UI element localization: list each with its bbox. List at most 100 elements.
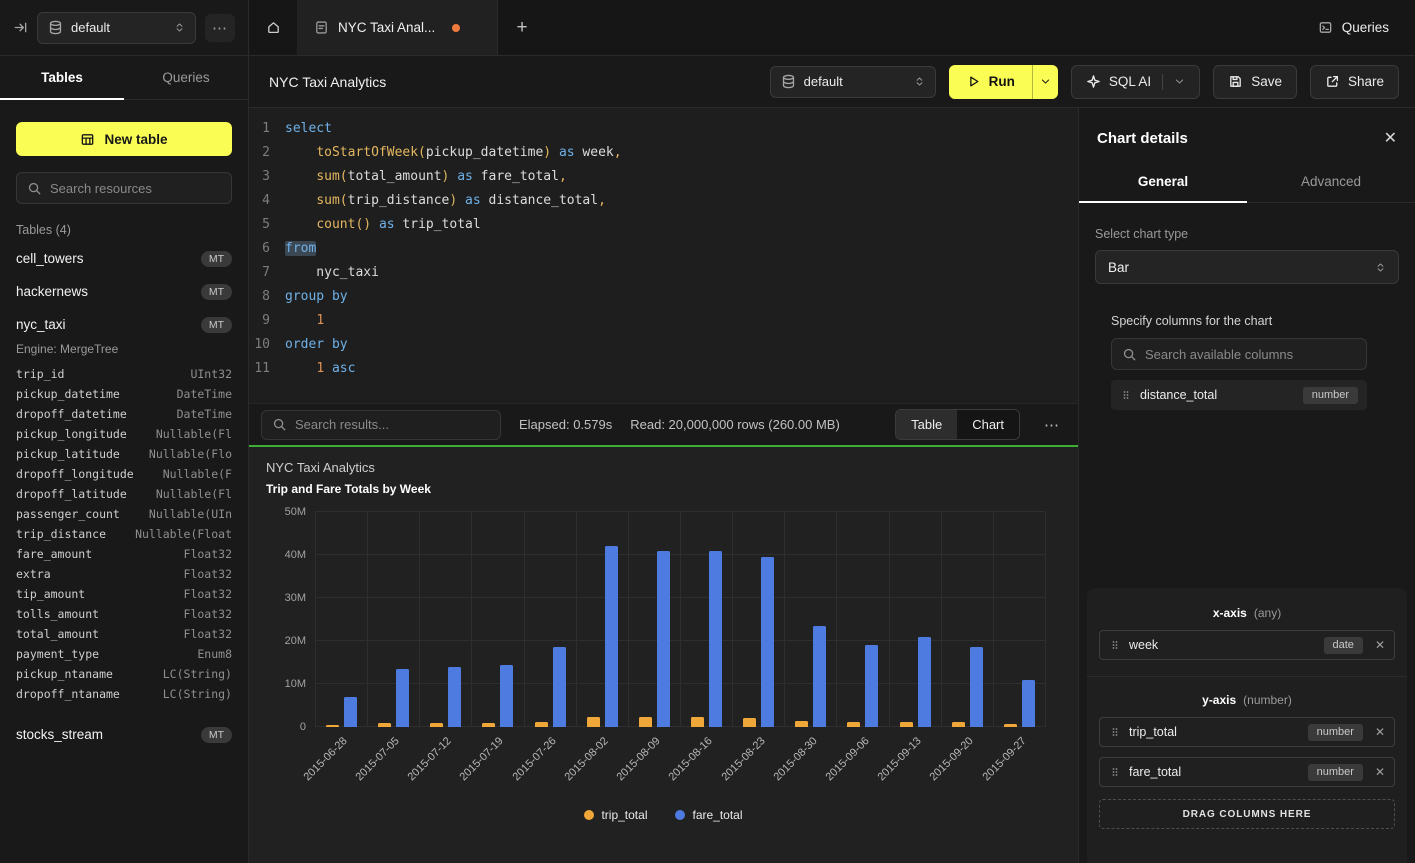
search-columns-input[interactable] (1145, 347, 1356, 362)
editor-line[interactable]: 1select (249, 117, 1078, 141)
queries-button[interactable]: Queries (1306, 0, 1401, 55)
sql-editor[interactable]: 1select2 toStartOfWeek(pickup_datetime) … (249, 108, 1078, 403)
column-row: total_amountFloat32 (16, 624, 232, 644)
tab-general[interactable]: General (1079, 163, 1247, 202)
save-icon (1228, 74, 1243, 89)
editor-line[interactable]: 5 count() as trip_total (249, 213, 1078, 237)
chart-details-body: Select chart type Bar Specify columns fo… (1079, 203, 1415, 863)
column-item-fare_total[interactable]: fare_totalnumber✕ (1099, 757, 1395, 787)
share-button-label: Share (1348, 74, 1384, 89)
sidebar-tab-queries[interactable]: Queries (124, 56, 248, 99)
drop-zone[interactable]: DRAG COLUMNS HERE (1099, 799, 1395, 829)
code-text: sum(trip_distance) as distance_total, (285, 189, 606, 213)
results-more-button[interactable]: ⋯ (1038, 416, 1066, 434)
code-text: from (285, 237, 316, 261)
code-text: sum(total_amount) as fare_total, (285, 165, 567, 189)
column-name: pickup_latitude (16, 444, 120, 464)
database-selector[interactable]: default (37, 12, 196, 44)
code-text: 1 (285, 309, 324, 333)
column-row: dropoff_longitudeNullable(F (16, 464, 232, 484)
column-type-badge: number (1308, 764, 1363, 781)
bar-fare_total (865, 645, 878, 727)
column-item-week[interactable]: weekdate✕ (1099, 630, 1395, 660)
new-table-button[interactable]: New table (16, 122, 232, 156)
column-row: trip_distanceNullable(Float (16, 524, 232, 544)
home-tab[interactable] (249, 0, 298, 55)
column-type: Nullable(Fl (156, 484, 232, 504)
table-row[interactable]: hackernewsMT (16, 275, 232, 308)
search-results-input[interactable] (295, 417, 490, 432)
updown-chevron-icon (1375, 262, 1386, 273)
new-tab-button[interactable]: + (498, 0, 546, 55)
column-type: DateTime (177, 404, 232, 424)
bar-group (784, 512, 836, 727)
updown-chevron-icon (914, 76, 925, 87)
share-button[interactable]: Share (1310, 65, 1399, 99)
search-resources-input[interactable] (50, 181, 221, 196)
bar-trip_total (430, 723, 443, 727)
legend-item[interactable]: trip_total (584, 808, 647, 822)
tab-advanced[interactable]: Advanced (1247, 163, 1415, 202)
bar-group (524, 512, 576, 727)
remove-column-icon[interactable]: ✕ (1375, 765, 1385, 779)
workspace-more-button[interactable]: ⋯ (205, 14, 235, 42)
main-column: NYC Taxi Analytics default Run (249, 56, 1415, 863)
legend-label: trip_total (601, 808, 647, 822)
column-row: fare_amountFloat32 (16, 544, 232, 564)
table-row[interactable]: nyc_taxiMT (16, 308, 232, 341)
chevron-down-icon (1174, 76, 1185, 87)
table-row[interactable]: stocks_streamMT (16, 718, 232, 751)
editor-line[interactable]: 9 1 (249, 309, 1078, 333)
remove-column-icon[interactable]: ✕ (1375, 725, 1385, 739)
bar-group (889, 512, 941, 727)
close-icon[interactable]: ✕ (1384, 131, 1397, 147)
editor-line[interactable]: 2 toStartOfWeek(pickup_datetime) as week… (249, 141, 1078, 165)
editor-line[interactable]: 10order by (249, 333, 1078, 357)
drag-handle-icon[interactable] (1109, 766, 1121, 778)
sidebar-tab-tables[interactable]: Tables (0, 56, 124, 99)
table-row[interactable]: cell_towersMT (16, 242, 232, 275)
table-view-button[interactable]: Table (896, 410, 957, 439)
chart-panel: NYC Taxi Analytics Trip and Fare Totals … (249, 445, 1078, 863)
bar-group (993, 512, 1045, 727)
column-row: extraFloat32 (16, 564, 232, 584)
column-name: tip_amount (16, 584, 85, 604)
column-row: pickup_latitudeNullable(Flo (16, 444, 232, 464)
columns-group: Specify columns for the chart distance_t… (1111, 314, 1367, 410)
editor-line[interactable]: 6from (249, 237, 1078, 261)
x-axis-header: x-axis(any) (1099, 606, 1395, 620)
save-button[interactable]: Save (1213, 65, 1297, 99)
editor-line[interactable]: 3 sum(total_amount) as fare_total, (249, 165, 1078, 189)
x-tick: 2015-08-16 (681, 730, 733, 804)
run-options-chevron[interactable] (1032, 65, 1058, 99)
drag-handle-icon[interactable] (1109, 726, 1121, 738)
column-type: Nullable(Fl (156, 424, 232, 444)
column-row: dropoff_latitudeNullable(Fl (16, 484, 232, 504)
sql-ai-button[interactable]: SQL AI (1071, 65, 1200, 99)
chart-type-select[interactable]: Bar (1095, 250, 1399, 284)
column-type: Float32 (184, 624, 232, 644)
remove-column-icon[interactable]: ✕ (1375, 638, 1385, 652)
run-database-selector[interactable]: default (770, 66, 936, 98)
chart-title: NYC Taxi Analytics (257, 460, 1070, 475)
bar-fare_total (605, 546, 618, 727)
column-item-distance_total[interactable]: distance_totalnumber (1111, 380, 1367, 410)
gridline (315, 640, 1045, 641)
editor-line[interactable]: 7 nyc_taxi (249, 261, 1078, 285)
run-button[interactable]: Run (949, 65, 1032, 99)
drag-handle-icon[interactable] (1109, 639, 1121, 651)
editor-line[interactable]: 8group by (249, 285, 1078, 309)
collapse-sidebar-icon[interactable] (13, 20, 28, 35)
column-row: pickup_ntanameLC(String) (16, 664, 232, 684)
editor-line[interactable]: 4 sum(trip_distance) as distance_total, (249, 189, 1078, 213)
line-number: 8 (249, 285, 285, 309)
legend-item[interactable]: fare_total (675, 808, 742, 822)
bar-group (836, 512, 888, 727)
editor-line[interactable]: 11 1 asc (249, 357, 1078, 381)
drag-handle-icon[interactable] (1120, 389, 1132, 401)
chart-plot (315, 512, 1046, 727)
column-item-trip_total[interactable]: trip_totalnumber✕ (1099, 717, 1395, 747)
sidebar: Tables Queries New table Tables (4) cell… (0, 56, 249, 863)
query-tab[interactable]: NYC Taxi Anal... (298, 0, 498, 55)
chart-view-button[interactable]: Chart (957, 410, 1019, 439)
